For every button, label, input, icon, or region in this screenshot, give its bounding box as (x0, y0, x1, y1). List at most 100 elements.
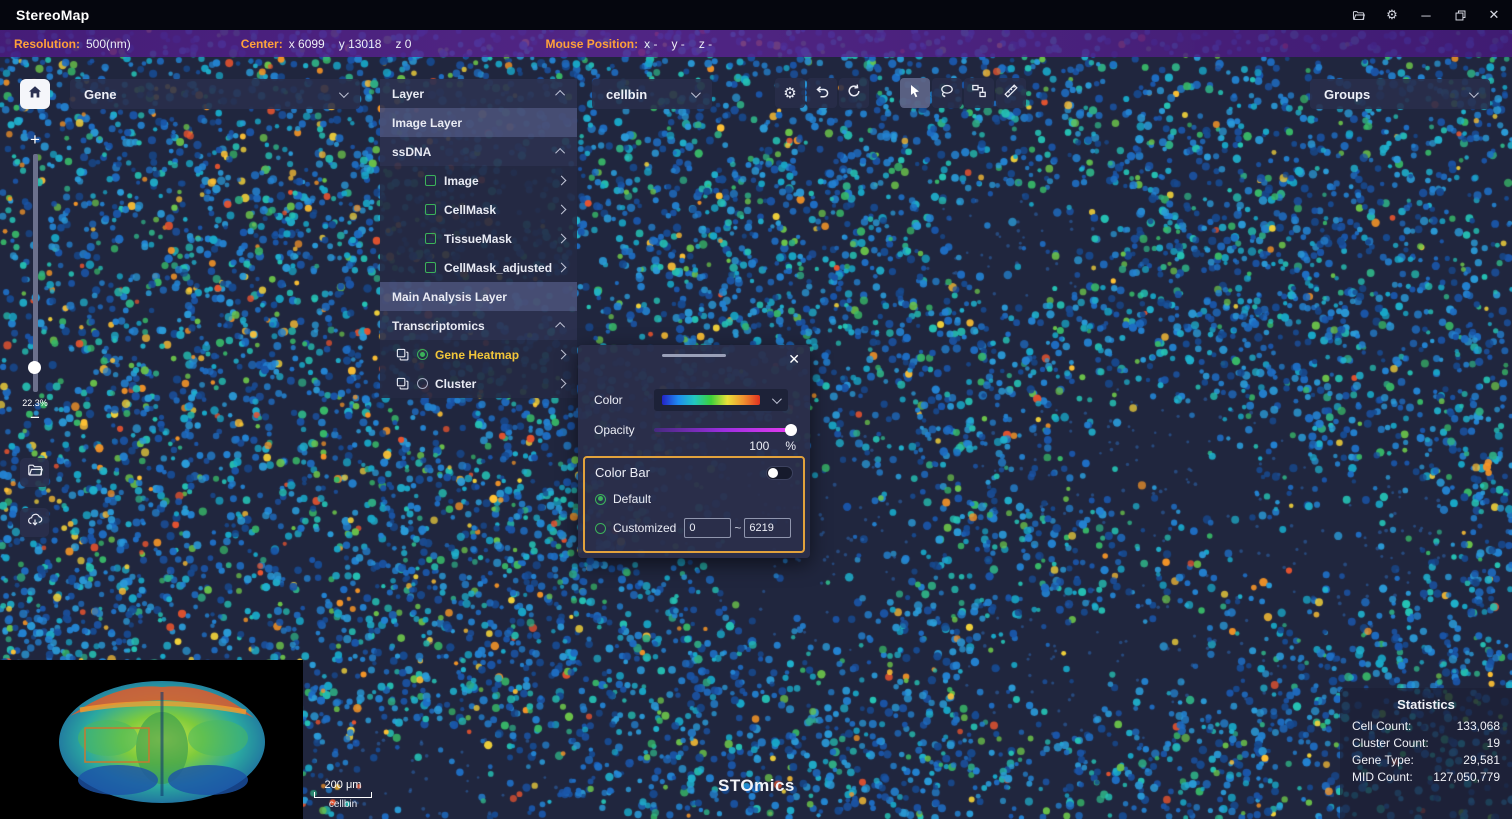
gene-heatmap-label: Gene Heatmap (435, 348, 519, 362)
groups-dropdown[interactable]: Groups (1310, 79, 1490, 109)
app-settings-gear-icon[interactable]: ⚙ (1384, 7, 1400, 23)
scale-bin-label: cellbin (329, 799, 357, 810)
popup-close-icon[interactable]: ✕ (788, 351, 800, 368)
cellmask-checkbox[interactable] (425, 204, 436, 215)
default-radio[interactable] (595, 494, 606, 505)
layers-icon (396, 348, 409, 361)
chevron-right-icon[interactable] (557, 263, 567, 273)
bin-mode-label: cellbin (606, 87, 647, 102)
tissuemask-checkbox[interactable] (425, 233, 436, 244)
chevron-right-icon[interactable] (557, 176, 567, 186)
cluster-radio[interactable] (417, 378, 428, 389)
colorbar-toggle[interactable] (766, 466, 793, 480)
minimap-overview[interactable] (0, 660, 303, 819)
layer-item-image[interactable]: Image (380, 166, 577, 195)
chevron-right-icon[interactable] (557, 350, 567, 360)
export-download-button[interactable] (20, 508, 49, 537)
customized-option[interactable]: Customized ~ (595, 518, 793, 538)
layer-item-cellmask[interactable]: CellMask (380, 195, 577, 224)
colormap-select[interactable] (654, 389, 788, 411)
chevron-right-icon[interactable] (557, 205, 567, 215)
titlebar: StereoMap ⚙ ─ ✕ (0, 0, 1512, 30)
cursor-icon (907, 83, 923, 103)
layer-item-cellmask-adjusted[interactable]: CellMask_adjusted (380, 253, 577, 282)
ssdna-group-header[interactable]: ssDNA (380, 137, 577, 166)
undo-button[interactable] (807, 78, 837, 108)
layer-item-label: CellMask (444, 203, 496, 217)
gene-dropdown[interactable]: Gene (70, 79, 360, 109)
opacity-slider-knob[interactable] (785, 424, 797, 436)
layer-panel-header[interactable]: Layer (380, 79, 577, 108)
redo-button[interactable] (839, 78, 869, 108)
open-folder-icon[interactable] (1350, 7, 1366, 23)
chevron-down-icon (1469, 88, 1479, 98)
gene-heatmap-radio[interactable] (417, 349, 428, 360)
toggle-knob (768, 468, 778, 478)
undo-icon (814, 83, 830, 103)
center-z: z 0 (395, 37, 411, 51)
minimize-icon[interactable]: ─ (1418, 7, 1434, 23)
main-analysis-section[interactable]: Main Analysis Layer (380, 282, 577, 311)
layer-item-gene-heatmap[interactable]: Gene Heatmap (380, 340, 577, 369)
colorbar-label: Color Bar (595, 465, 650, 480)
measure-icon (1003, 83, 1019, 103)
layer-panel-title: Layer (392, 87, 424, 101)
chevron-down-icon (772, 394, 782, 404)
zoom-in-icon[interactable]: + (30, 130, 40, 150)
restore-window-icon[interactable] (1452, 7, 1468, 23)
layers-icon (396, 377, 409, 390)
cellmask-adjusted-checkbox[interactable] (425, 262, 436, 273)
mouse-y: y - (671, 37, 684, 51)
chevron-up-icon (555, 148, 565, 158)
mouse-x: x - (644, 37, 657, 51)
scale-bar: 200 μm cellbin (314, 779, 372, 810)
cluster-label: Cluster (435, 377, 476, 391)
close-icon[interactable]: ✕ (1486, 7, 1502, 23)
default-option[interactable]: Default (595, 492, 793, 506)
home-button[interactable] (20, 79, 50, 109)
resolution-value: 500(nm) (86, 37, 131, 51)
chevron-right-icon[interactable] (557, 379, 567, 389)
zoom-out-icon[interactable]: − (30, 408, 40, 428)
chevron-down-icon (339, 88, 349, 98)
color-label: Color (594, 393, 654, 407)
popup-drag-handle[interactable] (662, 354, 726, 357)
bin-mode-dropdown[interactable]: cellbin (592, 79, 712, 109)
stomics-watermark: STOmics (718, 776, 795, 796)
lasso-icon (939, 83, 955, 103)
chevron-up-icon (555, 90, 565, 100)
custom-max-input[interactable] (744, 518, 791, 538)
history-toolgroup: ⚙ (775, 78, 869, 108)
measure-tool-button[interactable] (996, 78, 1026, 108)
zoom-slider[interactable] (33, 154, 38, 392)
chevron-down-icon (691, 88, 701, 98)
pointer-tool-button[interactable] (900, 78, 930, 108)
groups-dropdown-label: Groups (1324, 87, 1370, 102)
layout-split-icon (971, 83, 987, 103)
layer-item-tissuemask[interactable]: TissueMask (380, 224, 577, 253)
image-checkbox[interactable] (425, 175, 436, 186)
lasso-tool-button[interactable] (932, 78, 962, 108)
heatmap-settings-popup: ✕ Color Opacity 100 % Color Bar (578, 345, 810, 558)
status-infobar: Resolution:500(nm) Center:x 6099y 13018z… (0, 30, 1512, 57)
layer-settings-button[interactable]: ⚙ (775, 78, 805, 108)
opacity-slider[interactable] (654, 428, 794, 432)
stat-mid-count: MID Count: 127,050,779 (1352, 769, 1500, 786)
chevron-right-icon[interactable] (557, 234, 567, 244)
colorbar-section: Color Bar Default Customized ~ (583, 456, 805, 553)
custom-min-input[interactable] (684, 518, 731, 538)
center-x: x 6099 (289, 37, 325, 51)
mouse-z: z - (699, 37, 712, 51)
customized-radio[interactable] (595, 523, 606, 534)
layer-item-cluster[interactable]: Cluster (380, 369, 577, 398)
center-readout: Center:x 6099y 13018z 0 (241, 37, 426, 51)
layer-item-label: TissueMask (444, 232, 512, 246)
transcriptomics-group-header[interactable]: Transcriptomics (380, 311, 577, 340)
zoom-slider-knob[interactable] (28, 361, 41, 374)
mouse-position-label: Mouse Position: (545, 37, 638, 51)
layer-item-label: Image (444, 174, 479, 188)
open-file-button[interactable] (20, 458, 49, 487)
stat-value: 19 (1487, 735, 1500, 752)
image-layer-section[interactable]: Image Layer (380, 108, 577, 137)
layout-split-tool-button[interactable] (964, 78, 994, 108)
